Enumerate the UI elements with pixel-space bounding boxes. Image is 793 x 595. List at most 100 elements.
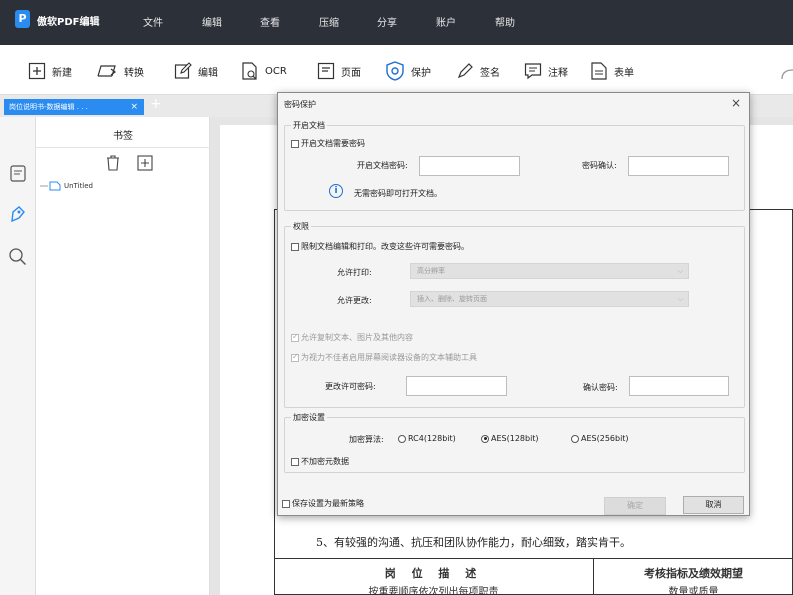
allow-print-select[interactable]: 高分辨率 ⌵	[410, 263, 689, 279]
page-icon	[317, 62, 335, 80]
rc4-radio[interactable]: RC4(128bit)	[398, 434, 456, 444]
permission-confirm-label: 确认密码:	[583, 383, 618, 392]
permissions-group: 权限 限制文档编辑和打印。改变这些许可需要密码。 允许打印: 高分辨率 ⌵ 允许更…	[284, 221, 745, 408]
rc4-radio-dot[interactable]	[398, 434, 406, 443]
save-default-box[interactable]	[282, 499, 290, 508]
allow-change-select[interactable]: 插入、删除、旋转页面 ⌵	[410, 291, 689, 307]
aes128-radio[interactable]: AES(128bit)	[481, 434, 539, 444]
menu-help[interactable]: 帮助	[495, 14, 515, 29]
job-description-subtitle: 按重要顺序依次列出每项职责	[368, 587, 499, 595]
add-bookmark-icon[interactable]	[137, 155, 153, 171]
screen-reader-checkbox[interactable]: 为视力不佳者启用屏幕阅读器设备的文本辅助工具	[291, 352, 477, 363]
dialog-close-icon[interactable]: ×	[731, 96, 741, 110]
ocr-icon	[242, 62, 257, 80]
form-button[interactable]: 表单	[590, 61, 634, 81]
allow-change-label: 允许更改:	[337, 296, 372, 305]
no-encrypt-metadata-checkbox[interactable]: 不加密元数据	[291, 456, 349, 467]
bookmark-tag-icon[interactable]	[8, 205, 28, 225]
menu-account[interactable]: 账户	[436, 14, 456, 29]
page-label: 页面	[341, 67, 361, 79]
allow-print-label: 允许打印:	[337, 268, 372, 277]
cancel-button[interactable]: 取消	[683, 496, 744, 514]
password-protection-dialog: 密码保护 × 开启文档 开启文档需要密码 开启文档密码: 密码确认: i 无需密…	[277, 92, 750, 516]
restrict-editing-label: 限制文档编辑和打印。改变这些许可需要密码。	[301, 242, 469, 251]
edit-icon	[174, 62, 192, 79]
allow-change-value: 插入、删除、旋转页面	[417, 295, 487, 303]
more-arc-icon	[781, 69, 793, 80]
allow-copy-checkbox[interactable]: 允许复制文本、图片及其他内容	[291, 332, 413, 343]
chevron-down-icon: ⌵	[677, 295, 683, 303]
tab-bar: 岗位说明书-数据编辑 . . . × +	[0, 95, 210, 117]
thumbnail-icon[interactable]	[8, 163, 28, 183]
sign-button[interactable]: 签名	[456, 61, 500, 81]
menu-edit[interactable]: 编辑	[202, 14, 222, 29]
comment-icon	[524, 63, 542, 80]
no-encrypt-metadata-box[interactable]	[291, 457, 299, 466]
open-document-group-title: 开启文档	[291, 120, 327, 131]
document-tab[interactable]: 岗位说明书-数据编辑 . . . ×	[4, 99, 144, 115]
aes128-label: AES(128bit)	[491, 434, 539, 443]
ocr-button[interactable]: OCR	[241, 61, 287, 81]
form-label: 表单	[614, 67, 634, 79]
ok-button[interactable]: 确定	[604, 497, 666, 515]
menu-view[interactable]: 查看	[260, 14, 280, 29]
page-button[interactable]: 页面	[317, 61, 361, 81]
ocr-label: OCR	[265, 65, 287, 77]
menu-file[interactable]: 文件	[143, 14, 163, 29]
app-logo: P	[15, 10, 30, 28]
bookmark-item-icon	[40, 181, 61, 191]
bookmark-panel: 书签 UnTitled	[36, 117, 210, 595]
search-icon[interactable]	[8, 247, 28, 267]
new-button[interactable]: 新建	[28, 61, 72, 81]
document-tab-title: 岗位说明书-数据编辑 . . .	[9, 103, 88, 111]
require-open-password-checkbox[interactable]: 开启文档需要密码	[291, 138, 365, 149]
edit-label: 编辑	[198, 67, 218, 79]
open-info-text: 无需密码即可打开文档。	[354, 189, 442, 198]
new-label: 新建	[52, 67, 72, 79]
save-default-checkbox[interactable]: 保存设置为最新策略	[282, 498, 364, 509]
require-open-password-box[interactable]	[291, 139, 299, 148]
job-description-title: 岗 位 描 述	[384, 567, 483, 580]
close-tab-icon[interactable]: ×	[130, 99, 138, 115]
add-tab-button[interactable]: +	[150, 96, 162, 112]
app-name: 傲软PDF编辑	[37, 17, 100, 28]
annotate-button[interactable]: 注释	[524, 61, 568, 81]
protect-button[interactable]: 保护	[385, 61, 431, 81]
screen-reader-box[interactable]	[291, 352, 299, 362]
aes128-radio-dot[interactable]	[481, 434, 489, 443]
protect-label: 保护	[411, 67, 431, 79]
info-icon: i	[329, 184, 343, 198]
open-password-label: 开启文档密码:	[357, 161, 408, 170]
aes256-radio[interactable]: AES(256bit)	[571, 434, 629, 444]
menu-compress[interactable]: 压缩	[319, 14, 339, 29]
screen-reader-label: 为视力不佳者启用屏幕阅读器设备的文本辅助工具	[301, 353, 477, 362]
pen-icon	[457, 63, 473, 79]
bookmark-item-label: UnTitled	[64, 182, 94, 190]
restrict-editing-box[interactable]	[291, 242, 299, 251]
convert-icon	[97, 65, 116, 77]
allow-copy-box[interactable]	[291, 332, 299, 342]
permission-password-confirm-input[interactable]	[629, 376, 729, 396]
encryption-group: 加密设置 加密算法: RC4(128bit) AES(128bit) AES(2…	[284, 412, 745, 473]
permission-password-input[interactable]	[406, 376, 507, 396]
bookmark-item[interactable]: UnTitled	[40, 181, 93, 191]
open-password-input[interactable]	[419, 156, 520, 176]
plus-square-icon	[28, 62, 46, 80]
left-rail	[0, 117, 36, 595]
open-confirm-label: 密码确认:	[582, 161, 617, 170]
kpi-header: 考核指标及绩效期望 数量或质量	[594, 558, 793, 595]
aes256-radio-dot[interactable]	[571, 434, 579, 443]
bookmark-panel-title: 书签	[113, 131, 133, 142]
delete-bookmark-icon[interactable]	[105, 155, 121, 171]
bookmark-divider	[36, 147, 210, 148]
menu-share[interactable]: 分享	[377, 14, 397, 29]
form-icon	[591, 62, 607, 80]
edit-button[interactable]: 编辑	[174, 61, 218, 81]
open-password-confirm-input[interactable]	[628, 156, 729, 176]
save-default-label: 保存设置为最新策略	[292, 499, 364, 508]
convert-button[interactable]: 转换	[96, 61, 144, 81]
restrict-editing-checkbox[interactable]: 限制文档编辑和打印。改变这些许可需要密码。	[291, 241, 469, 252]
kpi-subtitle: 数量或质量	[668, 587, 719, 595]
aes256-label: AES(256bit)	[581, 434, 629, 443]
toolbar: 新建 转换 编辑 OCR 页面 保护 签名 注释 表单	[0, 45, 793, 95]
